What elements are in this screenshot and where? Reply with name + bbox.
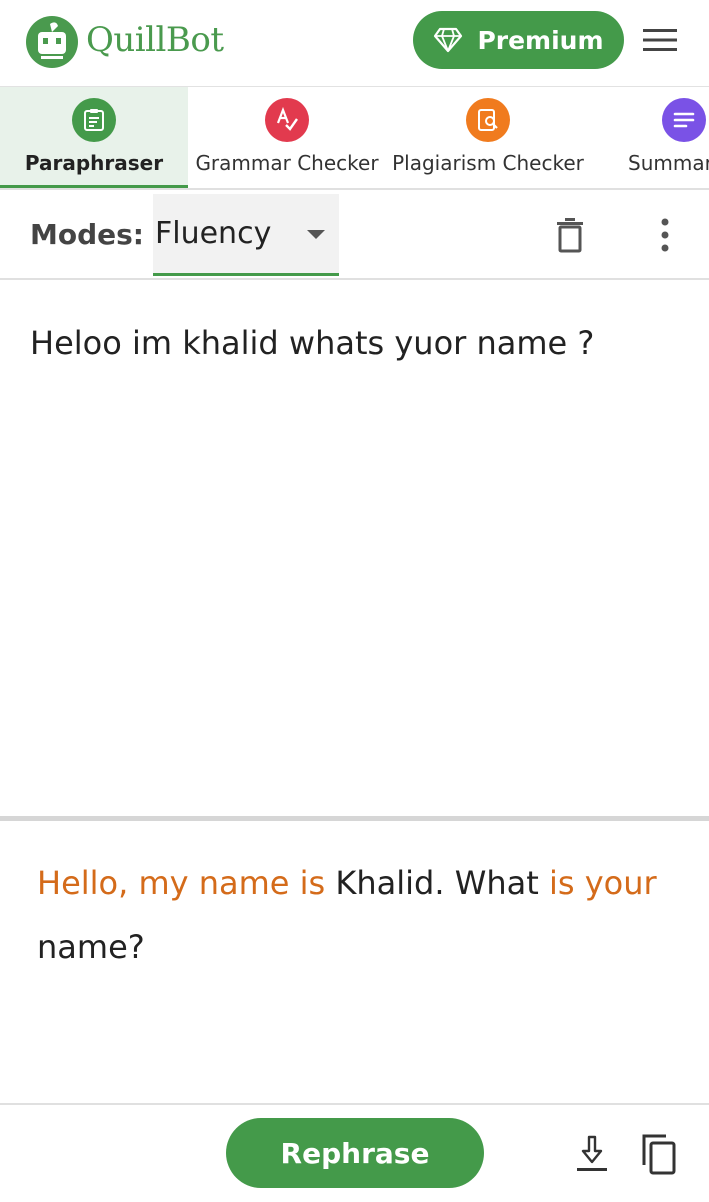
bottom-action-bar: Rephrase (0, 1103, 709, 1202)
input-text-area[interactable]: Heloo im khalid whats yuor name ? (0, 280, 709, 816)
grammar-checker-icon (265, 98, 309, 142)
premium-button[interactable]: Premium (413, 11, 624, 69)
rephrase-button[interactable]: Rephrase (226, 1118, 484, 1188)
quillbot-logo-icon[interactable] (26, 16, 78, 68)
tab-plagiarism-checker[interactable]: Plagiarism Checker (386, 87, 590, 188)
premium-label: Premium (477, 25, 604, 55)
diamond-icon (434, 27, 463, 53)
output-text[interactable]: Hello, my name is Khalid. What is your n… (37, 851, 677, 979)
tab-grammar-checker[interactable]: Grammar Checker (188, 87, 386, 188)
tab-label-plagiarism-checker: Plagiarism Checker (392, 151, 584, 175)
input-text[interactable]: Heloo im khalid whats yuor name ? (30, 324, 594, 362)
app-header: QuillBot Premium (0, 0, 709, 87)
logo-text[interactable]: QuillBot (86, 20, 224, 60)
tab-label-summarizer: Summarizer (628, 151, 709, 175)
tab-summarizer[interactable]: Summarizer (590, 87, 709, 188)
mode-selected-value: Fluency (155, 216, 272, 251)
download-icon[interactable] (576, 1135, 608, 1173)
tab-label-grammar-checker: Grammar Checker (195, 151, 379, 175)
modes-label: Modes: (30, 218, 144, 251)
summarizer-icon (662, 98, 706, 142)
trash-icon[interactable] (556, 217, 584, 253)
tab-label-paraphraser: Paraphraser (24, 151, 164, 175)
changed-phrase[interactable]: Hello, my name is (37, 864, 325, 902)
plagiarism-checker-icon (466, 98, 510, 142)
output-text-area[interactable]: Hello, my name is Khalid. What is your n… (0, 821, 709, 1103)
changed-phrase[interactable]: is your (549, 864, 657, 902)
copy-icon[interactable] (640, 1133, 676, 1175)
tab-paraphraser[interactable]: Paraphraser (0, 87, 188, 188)
tool-tabs: Paraphraser Grammar Checker Plagiarism C… (0, 87, 709, 190)
paraphraser-icon (72, 98, 116, 142)
more-options-icon[interactable] (660, 218, 670, 252)
unchanged-phrase: Khalid. What (325, 864, 549, 902)
unchanged-phrase: name? (37, 928, 145, 966)
chevron-down-icon (307, 230, 325, 239)
hamburger-menu-icon[interactable] (643, 26, 677, 54)
mode-dropdown[interactable]: Fluency (153, 194, 339, 276)
modes-bar: Modes: Fluency (0, 190, 709, 280)
